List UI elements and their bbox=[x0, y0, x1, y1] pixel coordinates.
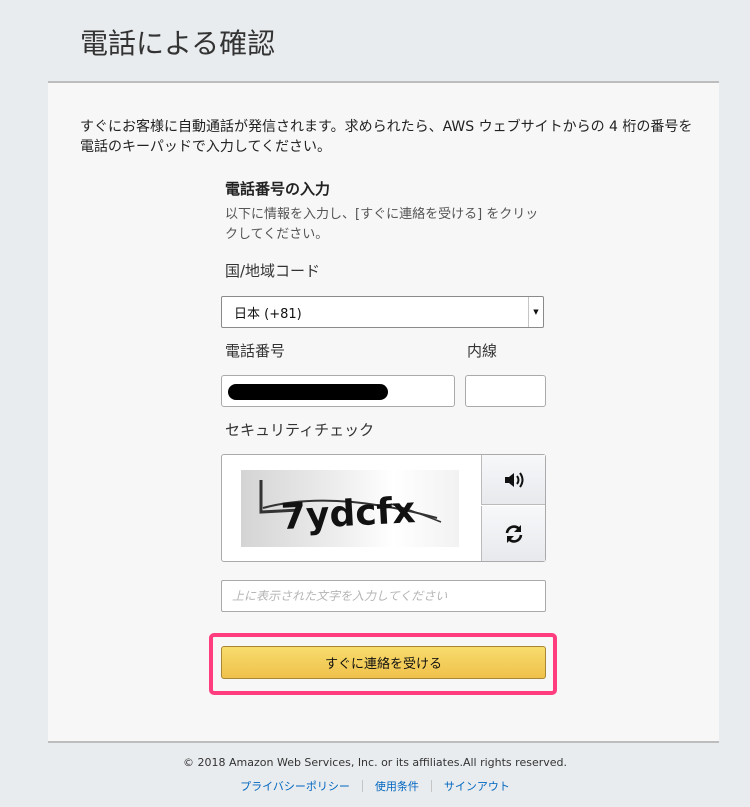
speaker-icon bbox=[504, 471, 523, 488]
dropdown-arrow-icon[interactable]: ▼ bbox=[528, 297, 543, 327]
captcha-refresh-button[interactable] bbox=[481, 506, 545, 561]
form-description: 以下に情報を入力し、[すぐに連絡を受ける] をクリックしてください。 bbox=[225, 207, 539, 242]
captcha-distortion: 7ydcfx bbox=[259, 480, 442, 538]
redacted-phone-number bbox=[228, 384, 388, 400]
extension-label: 内線 bbox=[467, 342, 498, 360]
captcha-input[interactable] bbox=[221, 580, 546, 612]
country-label: 国/地域コード bbox=[225, 262, 321, 280]
copyright-text: © 2018 Amazon Web Services, Inc. or its … bbox=[183, 756, 567, 769]
captcha-text: 7ydcfx bbox=[280, 490, 416, 538]
country-value: 日本 (+81) bbox=[234, 306, 302, 322]
privacy-policy-link[interactable]: プライバシーポリシー bbox=[228, 778, 362, 794]
country-select[interactable]: 日本 (+81) ▼ bbox=[221, 296, 544, 328]
phone-label: 電話番号 bbox=[225, 342, 286, 360]
call-me-now-button[interactable]: すぐに連絡を受ける bbox=[221, 646, 546, 679]
footer-links: プライバシーポリシー 使用条件 サインアウト bbox=[0, 778, 750, 794]
phone-number-input[interactable] bbox=[221, 375, 455, 407]
verification-card: すぐにお客様に自動通話が発信されます。求められたら、AWS ウェブサイトからの … bbox=[48, 81, 719, 743]
captcha-image: 7ydcfx bbox=[241, 470, 459, 547]
captcha-box: 7ydcfx bbox=[221, 454, 546, 562]
captcha-audio-button[interactable] bbox=[481, 455, 545, 505]
page-title: 電話による確認 bbox=[80, 27, 276, 60]
terms-of-use-link[interactable]: 使用条件 bbox=[363, 778, 431, 794]
refresh-icon bbox=[505, 524, 522, 543]
sign-out-link[interactable]: サインアウト bbox=[432, 778, 522, 794]
form-heading: 電話番号の入力 bbox=[225, 180, 331, 198]
intro-text: すぐにお客様に自動通話が発信されます。求められたら、AWS ウェブサイトからの … bbox=[80, 119, 693, 155]
extension-input[interactable] bbox=[465, 375, 546, 407]
security-check-label: セキュリティチェック bbox=[225, 421, 375, 439]
